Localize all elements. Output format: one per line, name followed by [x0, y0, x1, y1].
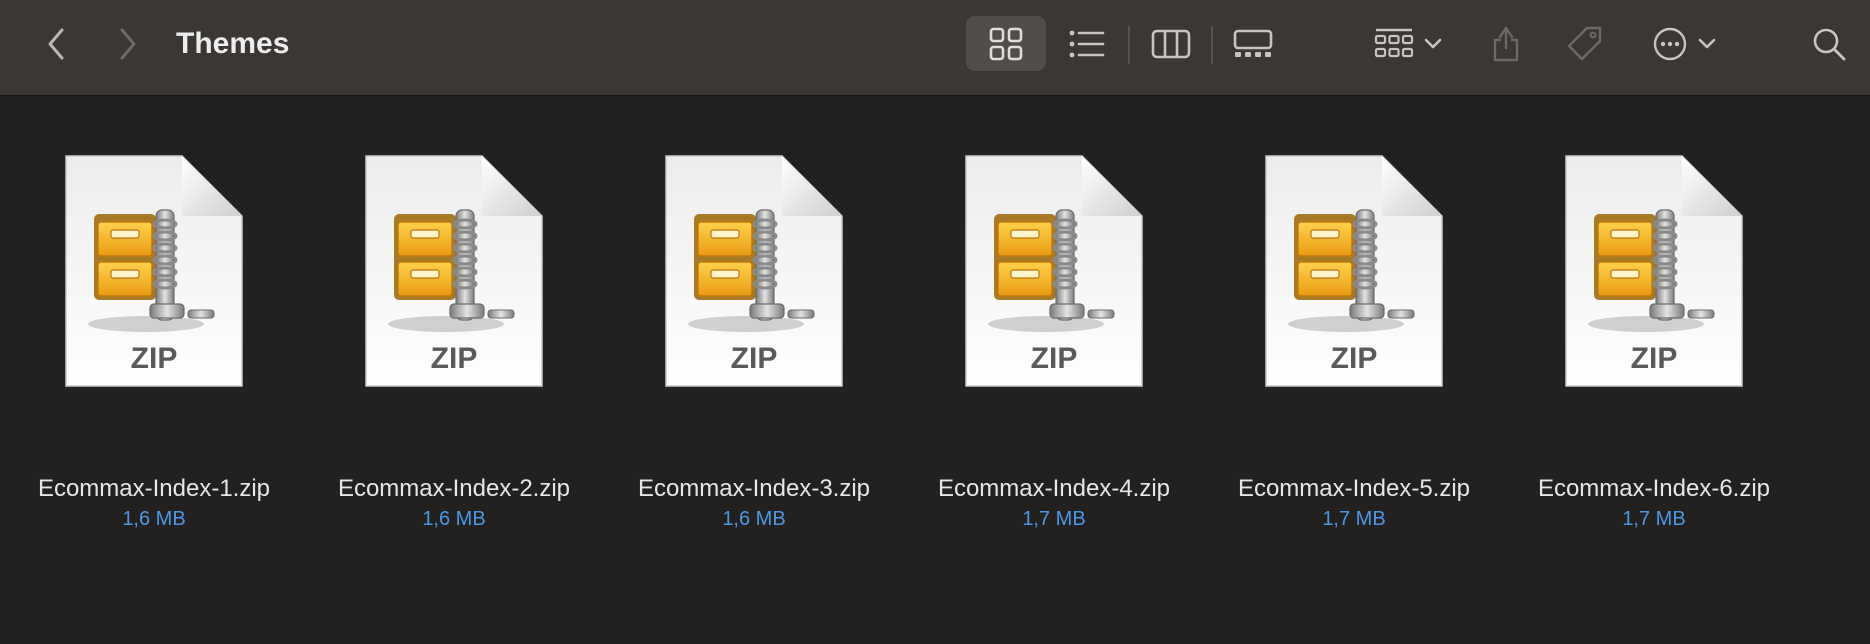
chevron-down-icon [1424, 38, 1442, 48]
list-view-icon [1069, 30, 1105, 57]
tag-icon [1567, 26, 1602, 60]
search-icon [1813, 28, 1846, 60]
zip-file-icon: ZIP [314, 154, 594, 394]
gallery-view-button[interactable] [1216, 16, 1290, 71]
share-icon [1493, 26, 1519, 61]
zip-badge: ZIP [1331, 342, 1378, 375]
icon-view-icon [989, 27, 1023, 60]
back-button[interactable] [36, 22, 76, 66]
icon-view-button[interactable] [966, 16, 1046, 71]
gallery-view-icon [1233, 29, 1273, 57]
more-icon [1653, 27, 1687, 60]
file-size: 1,7 MB [1622, 508, 1686, 530]
file-name: Ecommax-Index-6.zip [1537, 475, 1771, 502]
zip-badge: ZIP [731, 342, 778, 375]
list-view-button[interactable] [1050, 16, 1124, 71]
forward-icon [120, 28, 136, 60]
file-name: Ecommax-Index-2.zip [337, 475, 571, 502]
zip-file-icon: ZIP [1514, 154, 1794, 394]
forward-button[interactable] [108, 22, 148, 66]
window-title: Themes [176, 27, 290, 60]
toolbar-separator [1211, 26, 1213, 64]
zip-file-icon: ZIP [914, 154, 1194, 394]
column-view-button[interactable] [1134, 16, 1208, 71]
file-size: 1,7 MB [1022, 508, 1086, 530]
zip-badge: ZIP [1031, 342, 1078, 375]
share-button[interactable] [1484, 16, 1528, 71]
file-name: Ecommax-Index-4.zip [937, 475, 1171, 502]
zip-badge: ZIP [131, 342, 178, 375]
zip-file-icon: ZIP [1214, 154, 1494, 394]
column-view-icon [1151, 29, 1191, 58]
tag-button[interactable] [1560, 16, 1608, 71]
file-size: 1,6 MB [422, 508, 486, 530]
more-button[interactable] [1644, 16, 1724, 71]
file-size: 1,6 MB [722, 508, 786, 530]
search-button[interactable] [1806, 16, 1852, 71]
file-size: 1,7 MB [1322, 508, 1386, 530]
toolbar: Themes [0, 0, 1870, 96]
zip-badge: ZIP [431, 342, 478, 375]
back-icon [48, 28, 64, 60]
group-icon [1374, 28, 1414, 57]
zip-file-icon: ZIP [14, 154, 294, 394]
toolbar-separator [1128, 26, 1130, 64]
chevron-down-icon [1698, 38, 1716, 48]
zip-file-icon: ZIP [614, 154, 894, 394]
zip-badge: ZIP [1631, 342, 1678, 375]
file-size: 1,6 MB [122, 508, 186, 530]
file-name: Ecommax-Index-5.zip [1237, 475, 1471, 502]
file-name: Ecommax-Index-1.zip [37, 475, 271, 502]
file-name: Ecommax-Index-3.zip [637, 475, 871, 502]
file-grid: ZIP Ecommax-Index-1.zip 1,6 MB ZIP Ecomm… [0, 96, 1870, 644]
group-button[interactable] [1370, 16, 1446, 71]
